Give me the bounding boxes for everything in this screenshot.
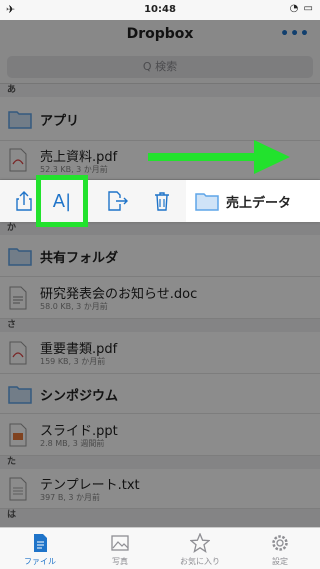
status-time: 10:48	[144, 4, 176, 15]
section-header-ha: は	[0, 509, 320, 527]
share-icon	[16, 191, 32, 211]
list-item[interactable]: アプリ	[0, 97, 320, 141]
status-bar: ✈ 10:48 ◔ ▭	[0, 0, 320, 20]
folder-icon	[195, 193, 219, 211]
tab-settings[interactable]: 設定	[240, 528, 320, 569]
star-icon	[190, 533, 210, 553]
list-item[interactable]: 重要書類.pdf 159 KB, 3 か月前	[0, 332, 320, 374]
list-item-name: 共有フォルダ	[40, 251, 119, 266]
search-bar: Q 検索	[0, 48, 320, 84]
search-input[interactable]: Q 検索	[7, 56, 313, 78]
list-item-name: アプリ	[40, 114, 80, 129]
row-actions: A|	[0, 175, 186, 227]
list-item-name: 売上資料.pdf	[40, 150, 118, 165]
folder-icon	[8, 247, 32, 266]
pdf-file-icon	[9, 148, 27, 172]
gear-icon	[272, 535, 288, 551]
photo-icon	[111, 535, 129, 551]
swiped-row[interactable]: A| 売上データ	[0, 175, 320, 227]
pdf-file-icon	[9, 341, 27, 364]
ppt-file-icon	[9, 423, 27, 446]
txt-file-icon	[9, 477, 27, 500]
rename-button[interactable]: A|	[36, 175, 88, 227]
list-item-meta: 58.0 KB, 3 か月前	[40, 302, 108, 311]
nav-bar: Dropbox •••	[0, 20, 320, 48]
list-item-meta: 52.3 KB, 3 か月前	[40, 165, 108, 174]
section-header-sa: さ	[0, 319, 320, 332]
page-title: Dropbox	[126, 26, 194, 42]
swiped-row-name: 売上データ	[226, 196, 292, 211]
list-item-name: スライド.ppt	[40, 424, 118, 439]
tab-bar: ファイル 写真 お気に入り 設定	[0, 527, 320, 569]
list-item-name: テンプレート.txt	[40, 478, 140, 493]
move-button[interactable]	[98, 180, 138, 222]
list-item[interactable]: 共有フォルダ	[0, 235, 320, 277]
section-header-a: あ	[0, 84, 320, 97]
right-arrow-icon	[148, 140, 290, 174]
list-item[interactable]: シンポジウム	[0, 374, 320, 414]
doc-file-icon	[9, 286, 27, 309]
list-item-name: シンポジウム	[40, 389, 119, 404]
tab-photos[interactable]: 写真	[80, 528, 160, 569]
list-item[interactable]: 研究発表会のお知らせ.doc 58.0 KB, 3 か月前	[0, 277, 320, 319]
folder-icon	[8, 110, 32, 129]
list-item[interactable]: テンプレート.txt 397 B, 3 か月前	[0, 469, 320, 509]
battery-icon: ◔ ▭	[289, 3, 314, 14]
tab-label: お気に入り	[180, 557, 220, 566]
list-item-name: 研究発表会のお知らせ.doc	[40, 287, 198, 302]
more-options-button[interactable]: •••	[280, 26, 310, 42]
tab-label: 写真	[112, 557, 128, 566]
list-item[interactable]: スライド.ppt 2.8 MB, 3 週間前	[0, 414, 320, 456]
list-item-meta: 2.8 MB, 3 週間前	[40, 439, 105, 448]
section-header-ta: た	[0, 456, 320, 469]
tab-label: ファイル	[24, 557, 56, 566]
list-item-meta: 397 B, 3 か月前	[40, 493, 101, 502]
delete-button[interactable]	[142, 180, 182, 222]
tab-files[interactable]: ファイル	[0, 528, 80, 569]
list-item-meta: 159 KB, 3 か月前	[40, 357, 106, 366]
tab-favorites[interactable]: お気に入り	[160, 528, 240, 569]
move-icon	[108, 191, 128, 211]
tab-label: 設定	[272, 557, 288, 566]
file-icon	[34, 534, 47, 552]
trash-icon	[155, 192, 169, 211]
rename-icon: A|	[52, 190, 72, 212]
folder-icon	[8, 385, 32, 404]
list-item-name: 重要書類.pdf	[40, 342, 118, 357]
